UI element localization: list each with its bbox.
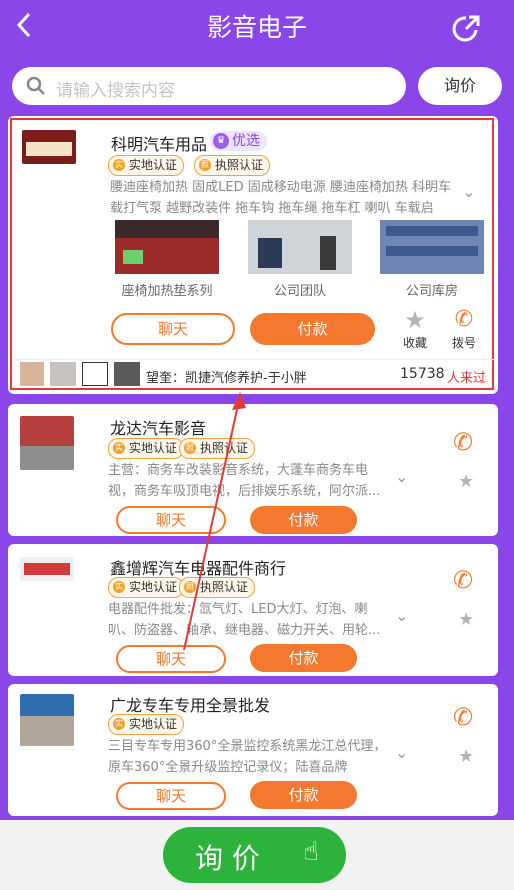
- pointer-arrow: [183, 392, 246, 651]
- bottom-inquiry-label: 询 价: [195, 842, 260, 875]
- bottom-inquiry-button[interactable]: 询 价 ☝: [163, 827, 346, 883]
- hand-pointer-icon: ☝: [303, 837, 319, 867]
